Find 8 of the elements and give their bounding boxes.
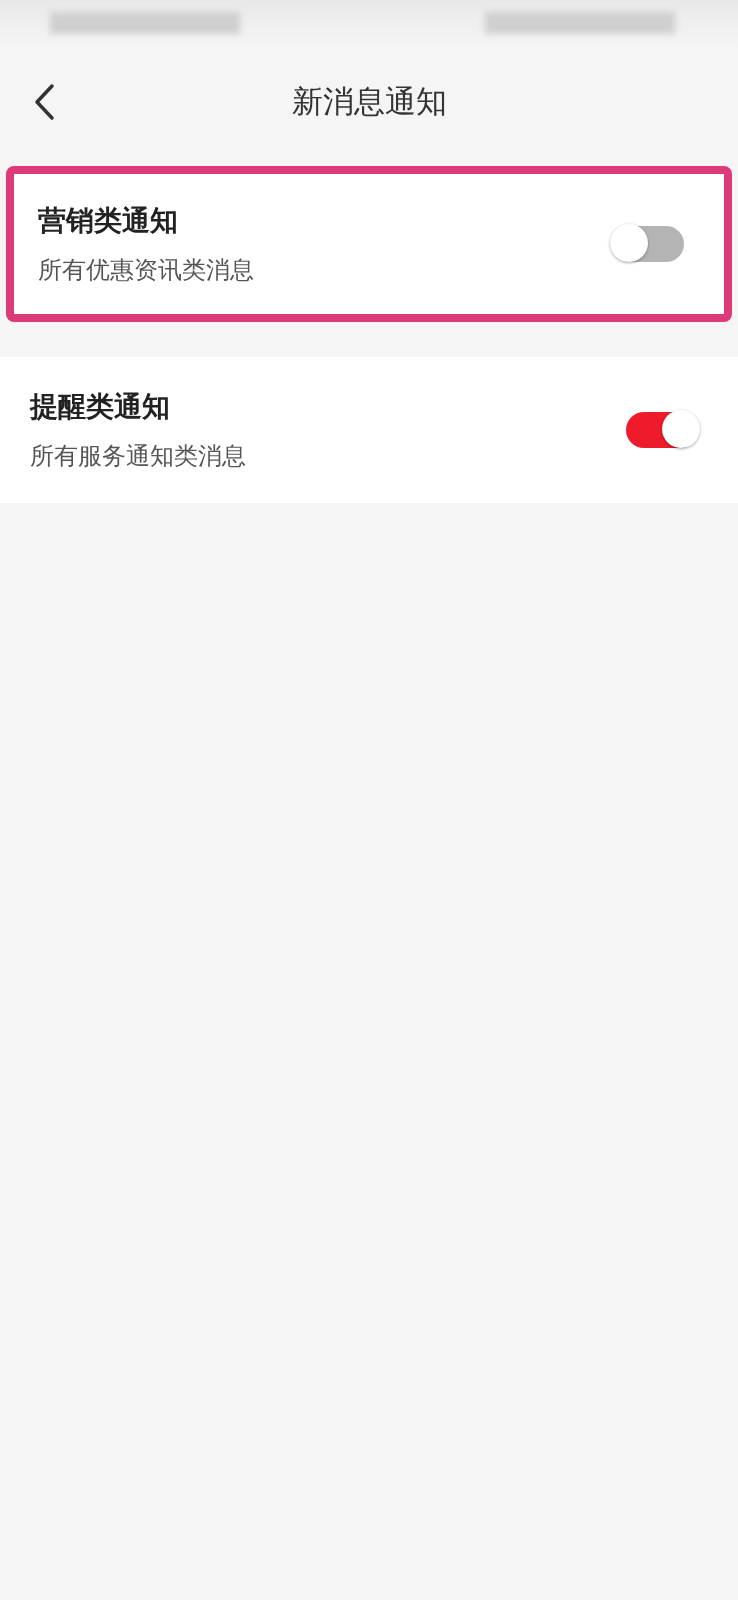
setting-description: 所有优惠资讯类消息 xyxy=(38,255,254,286)
back-icon[interactable] xyxy=(32,82,56,122)
page-title: 新消息通知 xyxy=(291,82,447,121)
setting-description: 所有服务通知类消息 xyxy=(30,441,246,472)
toggle-switch[interactable] xyxy=(626,412,698,448)
setting-title: 营销类通知 xyxy=(38,203,179,239)
toggle-switch[interactable] xyxy=(612,226,684,262)
setting-title: 提醒类通知 xyxy=(30,389,171,425)
